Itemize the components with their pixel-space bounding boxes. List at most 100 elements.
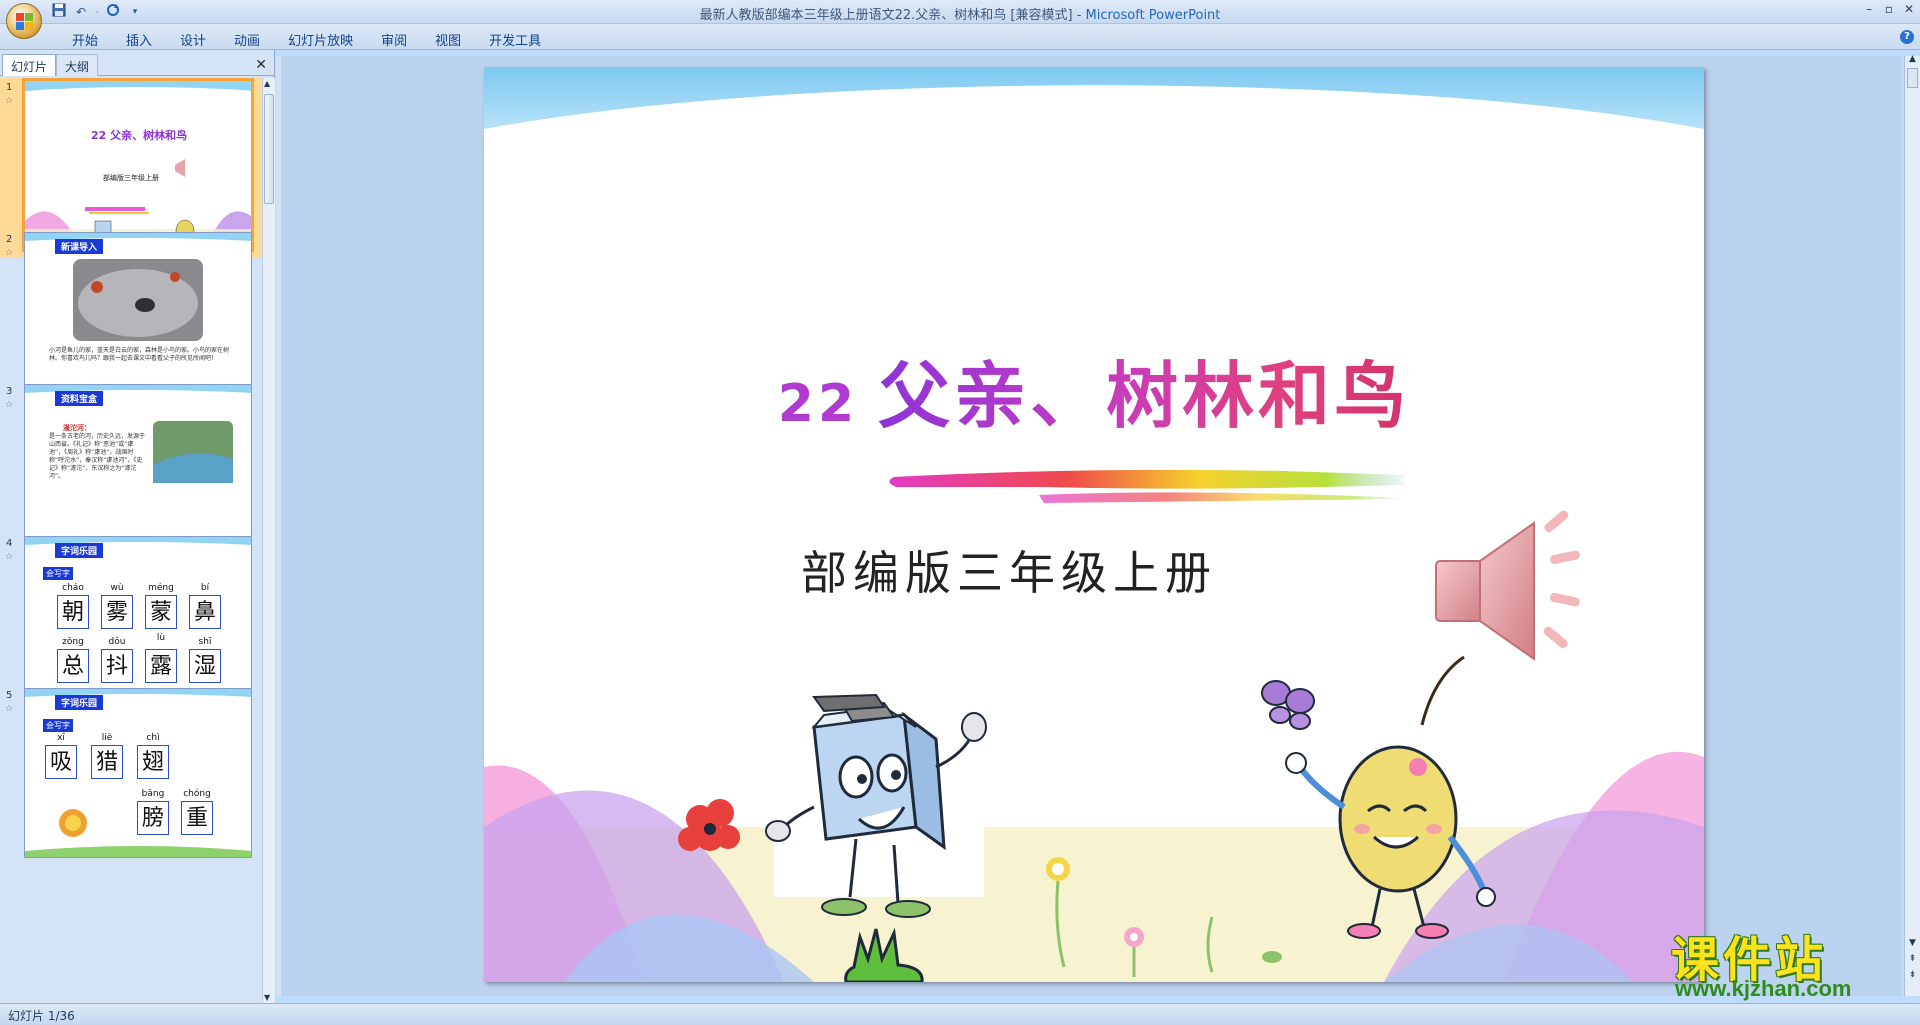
restore-button[interactable]: ▫ <box>1882 2 1896 16</box>
char-box: 朝 <box>57 595 89 629</box>
pinyin: bí <box>200 583 210 593</box>
char-box: 翅 <box>137 745 169 779</box>
scrollbar-thumb[interactable] <box>264 94 274 204</box>
thumbnails-scrollbar[interactable]: ▲ ▼ <box>262 78 275 1003</box>
minimize-button[interactable]: – <box>1862 2 1876 16</box>
thumbnail-body-text: 小河是鱼儿的家，蓝天是白云的家，森林是小鸟的家。小鸟的家在树林。你喜欢鸟儿吗？跟… <box>49 347 230 362</box>
pinyin: chóng <box>183 789 211 799</box>
tab-outline[interactable]: 大纲 <box>56 54 99 76</box>
char-box: 露 <box>145 649 177 683</box>
lesson-number: 22 <box>777 374 859 434</box>
close-button[interactable]: ✕ <box>1902 2 1916 16</box>
section-badge: 新课导入 <box>55 239 104 254</box>
thumbnail-background-art <box>25 81 251 249</box>
thumbnail-number: 2 <box>6 234 13 245</box>
document-title: 最新人教版部编本三年级上册语文22.父亲、树林和鸟 [兼容模式] - <box>699 8 1086 23</box>
tab-insert[interactable]: 插入 <box>112 30 166 49</box>
section-badge: 字词乐园 <box>55 695 104 710</box>
char-box: 鼻 <box>189 595 221 629</box>
tab-design[interactable]: 设计 <box>166 30 220 49</box>
help-icon[interactable]: ? <box>1900 30 1914 44</box>
section-tag: 会写字 <box>43 719 73 732</box>
tab-slides[interactable]: 幻灯片 <box>2 54 57 76</box>
scroll-down-icon[interactable]: ▼ <box>264 993 270 1002</box>
editor-scrollbar[interactable]: ▲ ▼ ⇞ ⇟ <box>1904 54 1920 996</box>
tab-animations[interactable]: 动画 <box>220 30 274 49</box>
char-box: 重 <box>181 801 213 835</box>
scroll-up-icon[interactable]: ▲ <box>1907 54 1918 64</box>
pinyin: méng <box>148 583 174 593</box>
section-badge: 资料宝盒 <box>55 391 104 406</box>
transition-star-icon: ☆ <box>5 400 14 410</box>
red-flower <box>678 799 740 851</box>
app-name: Microsoft PowerPoint <box>1085 8 1221 23</box>
office-button[interactable] <box>6 3 42 39</box>
window-controls: – ▫ ✕ <box>1862 2 1916 16</box>
thumbnail-slide-4[interactable]: 字词乐园 会写字 cháo 朝 wù 雾 méng 蒙 bí 鼻 zǒng 总 … <box>24 536 252 706</box>
slide-title[interactable]: 22 父亲、树林和鸟 <box>484 337 1704 442</box>
thumbnail-slide-3[interactable]: 资料宝盒 滏沱河： 是一条古老的河，历史久远，发源于山西省。《礼记》称“恶池”或… <box>24 384 252 554</box>
section-tag: 会写字 <box>43 567 73 580</box>
pinyin: wù <box>110 583 124 593</box>
char-box: 猎 <box>91 745 123 779</box>
status-bar: 幻灯片 1/36 <box>0 1003 1920 1025</box>
slides-pane: 幻灯片 大纲 ✕ 1 ☆ 1 <box>0 50 275 1003</box>
close-pane-icon[interactable]: ✕ <box>255 57 267 73</box>
slide-background-art <box>484 67 1704 982</box>
scrollbar-thumb[interactable] <box>1907 68 1918 88</box>
scroll-down-icon[interactable]: ▼ <box>1907 938 1918 948</box>
thumbnail-number: 3 <box>6 386 13 397</box>
transition-star-icon: ☆ <box>5 96 14 106</box>
char-box: 膀 <box>137 801 169 835</box>
thumbnail-number: 5 <box>6 690 13 701</box>
pinyin: cháo <box>62 583 84 593</box>
thumbnail-slide-1[interactable]: 1 22 父亲、树林和鸟 部编版三年级上册 <box>22 78 254 252</box>
pinyin: lù <box>156 633 166 643</box>
ribbon: 开始 插入 设计 动画 幻灯片放映 审阅 视图 开发工具 ? <box>0 24 1920 50</box>
thumbnail-background-art <box>25 233 251 401</box>
thumbnail-number: 4 <box>6 538 13 549</box>
pinyin: chì <box>146 733 160 743</box>
ribbon-tabs: 开始 插入 设计 动画 幻灯片放映 审阅 视图 开发工具 <box>58 30 555 49</box>
tab-developer[interactable]: 开发工具 <box>475 30 555 49</box>
tab-review[interactable]: 审阅 <box>367 30 421 49</box>
tab-slideshow[interactable]: 幻灯片放映 <box>274 30 367 49</box>
next-slide-icon[interactable]: ⇟ <box>1907 970 1918 980</box>
lesson-title: 父亲、树林和鸟 <box>878 354 1411 438</box>
slide-counter: 幻灯片 1/36 <box>8 1009 75 1023</box>
tab-home[interactable]: 开始 <box>58 30 112 49</box>
thumbnail-subtitle: 部编版三年级上册 <box>103 174 159 182</box>
pinyin: shī <box>198 637 212 647</box>
section-badge: 字词乐园 <box>55 543 104 558</box>
pinyin: xī <box>57 733 65 743</box>
pinyin: bǎng <box>141 789 165 799</box>
thumbnail-slide-5[interactable]: 字词乐园 会写字 xī 吸 liè 猎 chì 翅 bǎng 膀 chóng 重 <box>24 688 252 858</box>
char-box: 抖 <box>101 649 133 683</box>
current-slide[interactable]: 22 父亲、树林和鸟 部编版三年级上册 <box>484 67 1704 982</box>
pane-tabs: 幻灯片 大纲 ✕ <box>0 54 275 76</box>
window-title: 最新人教版部编本三年级上册语文22.父亲、树林和鸟 [兼容模式] - Micro… <box>0 4 1920 23</box>
char-box: 总 <box>57 649 89 683</box>
slide-subtitle[interactable]: 部编版三年级上册 <box>484 537 1534 603</box>
slide-thumbnails: 1 ☆ 1 22 父亲、树林和鸟 部编版三年级上 <box>0 78 262 1003</box>
watermark-url: www.kjzhan.com <box>1675 976 1852 1001</box>
transition-star-icon: ☆ <box>5 552 14 562</box>
tab-view[interactable]: 视图 <box>421 30 475 49</box>
thumbnail-highlight: 滏沱河： <box>63 424 91 432</box>
char-box: 雾 <box>101 595 133 629</box>
thumbnail-body-text: 是一条古老的河，历史久远，发源于山西省。《礼记》称“恶池”或“虖池”，《周礼》称… <box>49 433 146 480</box>
previous-slide-icon[interactable]: ⇞ <box>1907 954 1918 964</box>
title-bar: ↶ · ▾ 最新人教版部编本三年级上册语文22.父亲、树林和鸟 [兼容模式] -… <box>0 0 1920 39</box>
butterfly <box>1261 680 1315 730</box>
char-box: 湿 <box>189 649 221 683</box>
char-box: 吸 <box>45 745 77 779</box>
scroll-up-icon[interactable]: ▲ <box>264 79 270 88</box>
thumbnail-row[interactable]: 5 ☆ 字词乐园 会写字 xī 吸 liè 猎 chì 翅 bǎng 膀 chó… <box>0 686 262 866</box>
thumbnail-slide-2[interactable]: 新课导入 小河是鱼儿的家，蓝天是白云的家，森林是小鸟的家。小鸟的家在树林。你喜欢… <box>24 232 252 402</box>
char-box: 蒙 <box>145 595 177 629</box>
pinyin: dǒu <box>108 637 126 647</box>
thumbnail-number: 1 <box>6 82 13 93</box>
watermark-logo: 课件站 www.kjzhan.com <box>1665 920 1905 1001</box>
thumbnail-title: 22 父亲、树林和鸟 <box>91 129 188 142</box>
office-logo-icon <box>16 13 34 31</box>
